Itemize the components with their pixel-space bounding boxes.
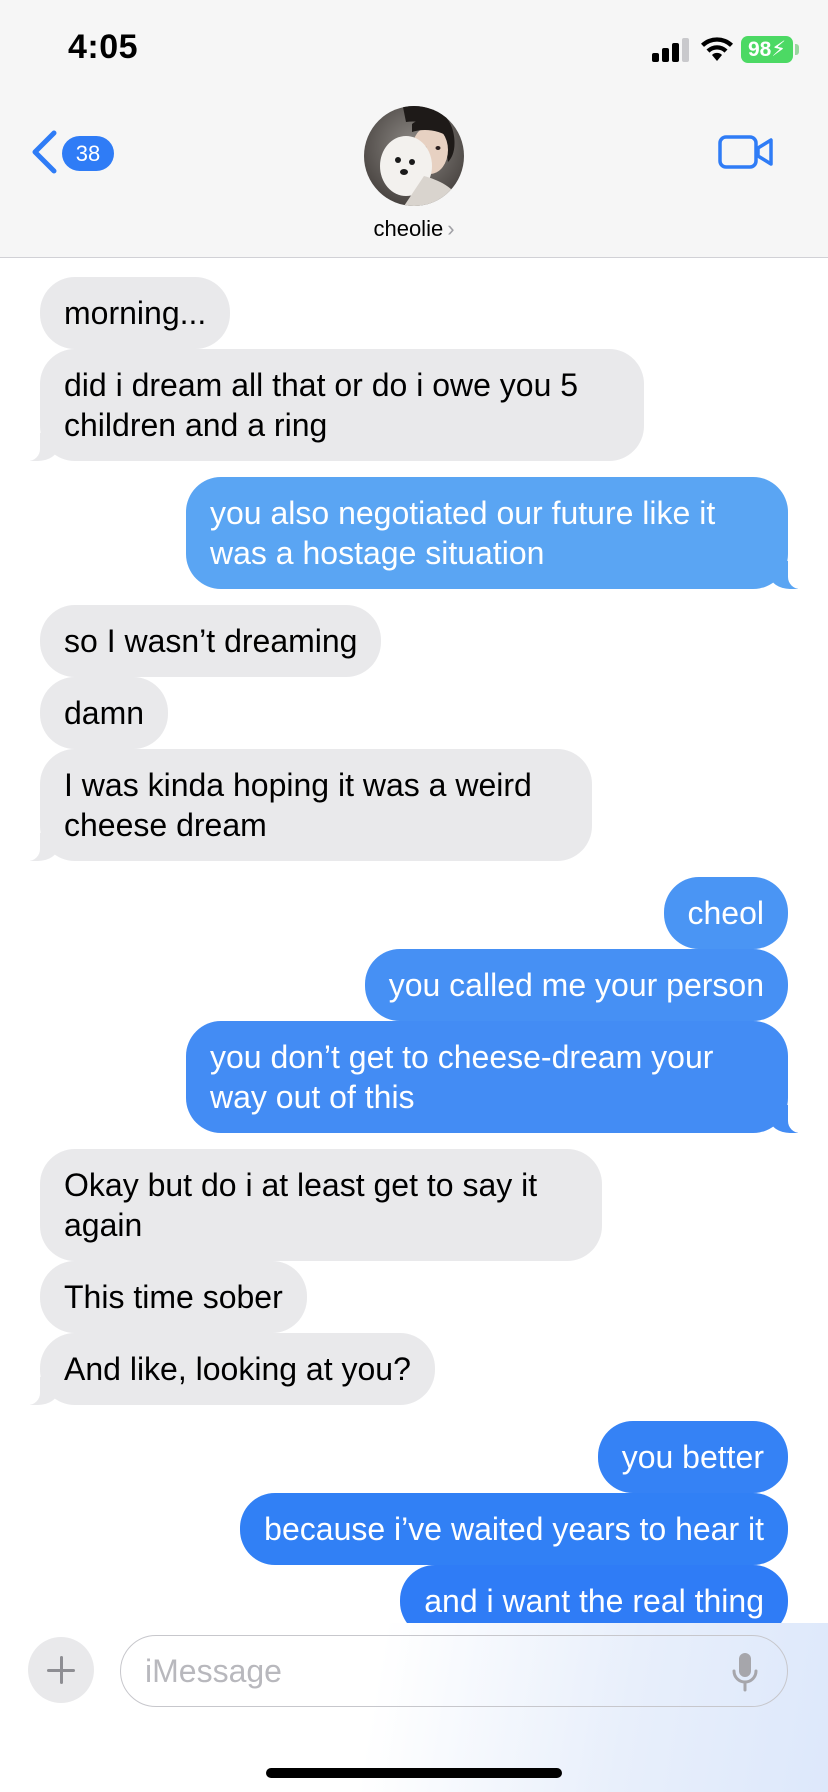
chevron-right-icon: › [447,216,455,241]
chevron-left-icon [32,130,57,174]
message-bubble-outgoing[interactable]: because i’ve waited years to hear it [240,1493,788,1565]
battery-tip [795,44,799,55]
microphone-icon[interactable] [730,1651,760,1693]
battery-level: 98 [747,38,772,61]
unread-count-badge: 38 [62,136,114,171]
status-bar: 4:05 98⚡ [0,0,828,100]
message-bubble-outgoing[interactable]: you don’t get to cheese-dream your way o… [186,1021,810,1133]
plus-icon[interactable] [28,1637,94,1703]
home-indicator[interactable] [266,1768,562,1778]
imessage-input[interactable] [120,1635,788,1707]
message-bubble-outgoing[interactable]: cheol [663,877,788,949]
message-bubble-incoming[interactable]: did i dream all that or do i owe you 5 c… [18,349,644,461]
conversation-header: 38 cheolie › [0,100,828,258]
message-bubble-incoming[interactable]: This time sober [40,1261,307,1333]
status-time: 4:05 [68,28,139,66]
message-bubble-outgoing[interactable]: you better [597,1421,788,1493]
message-bubble-incoming[interactable]: morning... [40,277,231,349]
message-bubble-incoming[interactable]: And like, looking at you? [18,1333,435,1405]
message-bubble-outgoing[interactable]: you called me your person [364,949,788,1021]
message-bubble-incoming[interactable]: I was kinda hoping it was a weird cheese… [18,749,592,861]
contact-avatar[interactable] [364,106,464,206]
wifi-icon [701,37,733,61]
message-bubble-incoming[interactable]: damn [40,677,169,749]
message-bubble-outgoing[interactable]: you also negotiated our future like it w… [186,477,810,589]
message-bubble-incoming[interactable]: Okay but do i at least get to say it aga… [40,1149,602,1261]
video-camera-icon[interactable] [718,134,774,170]
message-bubble-outgoing[interactable]: and i want the real thing [400,1565,788,1623]
message-thread[interactable]: morning... did i dream all that or do i … [0,259,828,1623]
back-button[interactable]: 38 [30,128,130,176]
contact-name-button[interactable]: cheolie › [0,216,828,242]
message-bubble-incoming[interactable]: so I wasn’t dreaming [40,605,382,677]
compose-bar [0,1623,828,1792]
charging-bolt-icon: ⚡ [771,38,787,61]
cellular-signal-icon [652,38,692,62]
battery-charging-icon: 98⚡ [741,36,793,63]
contact-name: cheolie [373,216,444,241]
avatar-photo [364,106,464,206]
